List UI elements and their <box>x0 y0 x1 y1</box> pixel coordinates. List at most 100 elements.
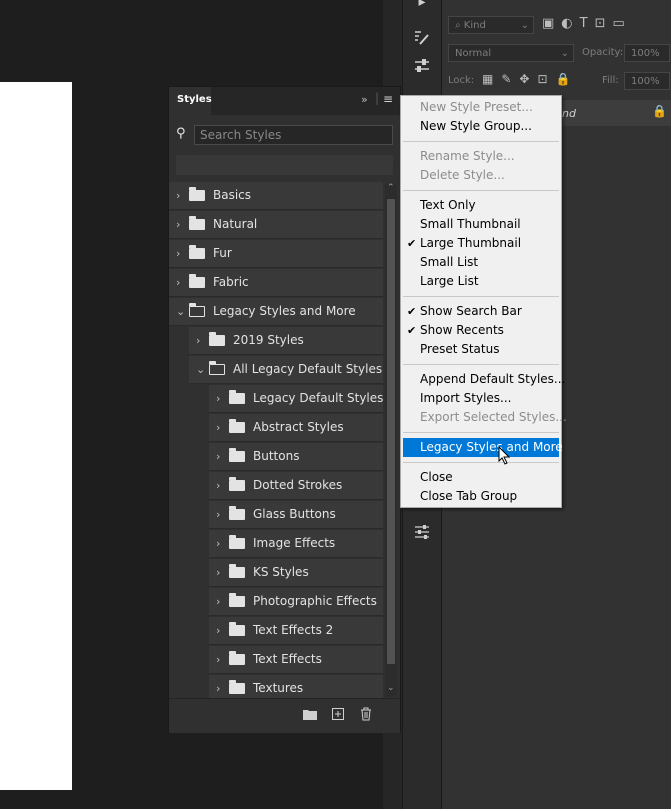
menu-item[interactable]: ✔ Show Recents <box>403 321 559 340</box>
style-group-row[interactable]: › Image Effects <box>209 530 383 558</box>
chevron-right-icon[interactable]: › <box>176 189 180 202</box>
menu-item[interactable]: Large List <box>403 272 559 291</box>
lock-label: Lock: <box>448 75 475 86</box>
scrollbar-thumb[interactable] <box>387 199 395 664</box>
chevron-right-icon[interactable]: › <box>216 653 220 666</box>
style-group-row[interactable]: › Glass Buttons <box>209 501 383 529</box>
style-group-row[interactable]: › Dotted Strokes <box>209 472 383 500</box>
opacity-label: Opacity: <box>582 47 624 58</box>
style-group-row[interactable]: › Photographic Effects <box>209 588 383 616</box>
lock-icons[interactable]: ▦✎✥⊡🔒 <box>482 72 578 86</box>
fill-field[interactable]: 100% <box>624 72 670 90</box>
menu-item[interactable]: Close Tab Group <box>403 487 559 506</box>
scroll-down-icon[interactable]: ⌄ <box>387 683 395 693</box>
style-group-row[interactable]: › Fur <box>169 240 383 268</box>
chevron-right-icon[interactable]: › <box>216 508 220 521</box>
menu-item[interactable]: ✔ Show Search Bar <box>403 302 559 321</box>
style-group-row[interactable]: ⌄ Legacy Styles and More <box>169 298 383 326</box>
menu-separator <box>403 364 559 365</box>
adjustments-sliders-icon[interactable] <box>412 56 432 76</box>
chevron-right-icon[interactable]: › <box>176 218 180 231</box>
search-input[interactable]: Search Styles <box>194 125 393 145</box>
style-group-row[interactable]: › Text Effects <box>209 646 383 674</box>
folder-icon <box>229 419 245 433</box>
opacity-field[interactable]: 100% <box>624 44 670 62</box>
filter-type-icons[interactable]: ▣◐T⊡▭ <box>542 16 632 31</box>
folder-icon <box>189 245 205 259</box>
trash-icon[interactable] <box>360 707 372 721</box>
chevron-right-icon[interactable]: › <box>216 479 220 492</box>
menu-item[interactable]: New Style Group... <box>403 117 559 136</box>
menu-item-label: Text Only <box>420 198 476 212</box>
styles-panel: Styles » | ≡ ⚲ Search Styles › Basics › Nat… <box>168 86 401 733</box>
style-group-label: Glass Buttons <box>253 507 336 521</box>
kind-filter[interactable]: ⌕ Kind ⌄ <box>448 16 534 34</box>
menu-item-label: New Style Group... <box>420 119 532 133</box>
style-group-row[interactable]: › Abstract Styles <box>209 414 383 442</box>
menu-item-label: Small List <box>420 255 479 269</box>
recents-strip <box>176 155 393 175</box>
collapse-double-chevron-icon[interactable]: » <box>361 93 368 106</box>
style-group-label: Image Effects <box>253 536 336 550</box>
new-style-icon[interactable] <box>332 708 344 720</box>
play-icon[interactable]: ▸ <box>412 0 432 12</box>
search-icon: ⌕ <box>455 20 464 31</box>
folder-icon <box>229 622 245 636</box>
style-group-row[interactable]: › Natural <box>169 211 383 239</box>
chevron-down-icon[interactable]: ⌄ <box>176 305 185 318</box>
fill-value: 100% <box>631 76 660 87</box>
properties-icon[interactable] <box>412 522 432 542</box>
chevron-right-icon[interactable]: › <box>216 682 220 695</box>
chevron-right-icon[interactable]: › <box>216 595 220 608</box>
menu-item-label: Import Styles... <box>420 391 512 405</box>
kind-label: Kind <box>463 20 486 31</box>
panel-menu-icon[interactable]: ≡ <box>383 92 393 106</box>
style-group-label: 2019 Styles <box>233 333 304 347</box>
style-group-row[interactable]: › Legacy Default Styles <box>209 385 383 413</box>
menu-item[interactable]: ✔ Large Thumbnail <box>403 234 559 253</box>
menu-item: Delete Style... <box>403 166 559 185</box>
blend-mode-select[interactable]: Normal ⌄ <box>448 44 574 62</box>
menu-item[interactable]: Legacy Styles and More <box>403 438 563 457</box>
chevron-down-icon[interactable]: ⌄ <box>196 363 205 376</box>
search-bar: ⚲ Search Styles <box>176 125 393 145</box>
style-group-row[interactable]: › 2019 Styles <box>189 327 383 355</box>
menu-item[interactable]: Close <box>403 468 559 487</box>
scroll-up-icon[interactable]: ⌃ <box>387 183 395 193</box>
chevron-right-icon[interactable]: › <box>216 392 220 405</box>
menu-item-label: Close <box>420 470 453 484</box>
chevron-right-icon[interactable]: › <box>196 334 200 347</box>
style-group-label: Textures <box>253 681 304 695</box>
chevron-down-icon: ⌄ <box>520 20 529 31</box>
document-canvas[interactable] <box>0 82 72 790</box>
style-group-row[interactable]: ⌄ All Legacy Default Styles <box>189 356 383 384</box>
chevron-right-icon[interactable]: › <box>216 421 220 434</box>
search-icon: ⚲ <box>176 126 186 141</box>
scrollbar[interactable]: ⌃ ⌄ <box>385 183 397 697</box>
style-group-row[interactable]: › KS Styles <box>209 559 383 587</box>
menu-separator <box>403 190 559 191</box>
brush-settings-icon[interactable] <box>412 28 432 48</box>
style-group-row[interactable]: › Fabric <box>169 269 383 297</box>
style-group-row[interactable]: › Basics <box>169 182 383 210</box>
checkmark-icon: ✔ <box>407 237 417 250</box>
menu-item[interactable]: Append Default Styles... <box>403 370 565 389</box>
menu-item-label: Legacy Styles and More <box>420 440 563 454</box>
chevron-right-icon[interactable]: › <box>216 624 220 637</box>
menu-item-label: Close Tab Group <box>420 489 518 503</box>
chevron-right-icon[interactable]: › <box>176 276 180 289</box>
panel-footer <box>169 698 400 733</box>
menu-item[interactable]: Import Styles... <box>403 389 559 408</box>
style-group-row[interactable]: › Text Effects 2 <box>209 617 383 645</box>
chevron-right-icon[interactable]: › <box>216 450 220 463</box>
tab-styles[interactable]: Styles <box>169 87 212 115</box>
menu-item[interactable]: Preset Status <box>403 340 559 359</box>
chevron-right-icon[interactable]: › <box>216 537 220 550</box>
menu-item[interactable]: Text Only <box>403 196 559 215</box>
style-group-row[interactable]: › Buttons <box>209 443 383 471</box>
chevron-right-icon[interactable]: › <box>216 566 220 579</box>
chevron-right-icon[interactable]: › <box>176 247 180 260</box>
menu-item[interactable]: Small List <box>403 253 559 272</box>
menu-item[interactable]: Small Thumbnail <box>403 215 559 234</box>
new-group-folder-icon[interactable] <box>303 709 317 720</box>
